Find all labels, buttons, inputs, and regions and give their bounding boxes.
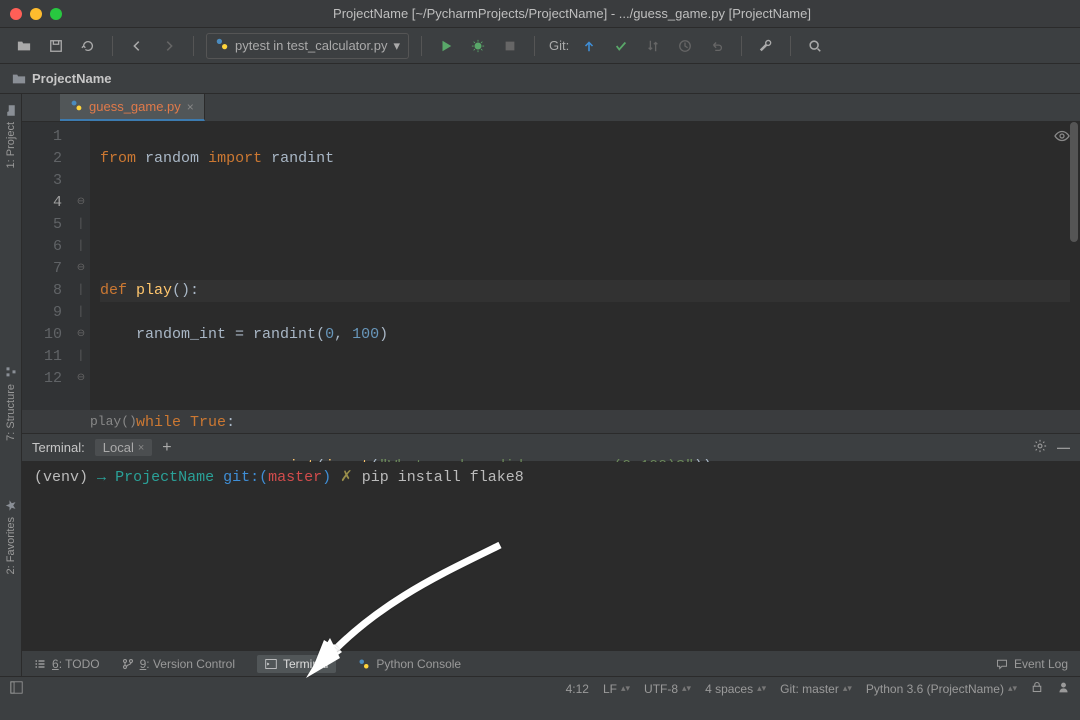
git-update-icon[interactable] <box>577 34 601 58</box>
forward-icon[interactable] <box>157 34 181 58</box>
terminal[interactable]: (venv) → ProjectName git:(master) ✗ pip … <box>22 462 1080 650</box>
stop-icon[interactable] <box>498 34 522 58</box>
window-titlebar: ProjectName [~/PycharmProjects/ProjectNa… <box>0 0 1080 28</box>
inspection-eye-icon[interactable] <box>1054 128 1070 149</box>
left-tool-tabs: 1: Project 7: Structure 2: Favorites <box>0 94 22 676</box>
breadcrumb-path[interactable]: ProjectName <box>32 71 111 86</box>
save-icon[interactable] <box>44 34 68 58</box>
debug-icon[interactable] <box>466 34 490 58</box>
dropdown-caret-icon: ▾ <box>393 38 400 54</box>
todo-tool-tab[interactable]: 6: TODO <box>34 657 100 671</box>
terminal-line: (venv) → ProjectName git:(master) ✗ pip … <box>34 468 1068 488</box>
macos-minimize-button[interactable] <box>30 8 42 20</box>
star-icon <box>5 499 17 511</box>
folder-icon <box>12 71 26 87</box>
tab-guess-game[interactable]: guess_game.py × <box>60 94 205 121</box>
project-tool-tab[interactable]: 1: Project <box>3 100 19 172</box>
terminal-title: Terminal: <box>32 440 85 455</box>
settings-wrench-icon[interactable] <box>754 34 778 58</box>
code-area[interactable]: from random import randint def play(): r… <box>90 122 1080 410</box>
window-title: ProjectName [~/PycharmProjects/ProjectNa… <box>74 6 1070 21</box>
git-commit-icon[interactable] <box>609 34 633 58</box>
git-revert-icon[interactable] <box>705 34 729 58</box>
macos-close-button[interactable] <box>10 8 22 20</box>
editor-tabs: guess_game.py × <box>22 94 1080 122</box>
run-config-label: pytest in test_calculator.py <box>235 38 387 53</box>
main-toolbar: pytest in test_calculator.py ▾ Git: <box>0 28 1080 64</box>
breadcrumb-bar: ProjectName <box>0 64 1080 94</box>
git-history-icon[interactable] <box>673 34 697 58</box>
fold-gutter[interactable]: ⊖││⊖││⊖│⊖ <box>72 122 90 410</box>
list-icon <box>34 658 46 670</box>
folder-icon <box>5 104 17 116</box>
favorites-tool-tab[interactable]: 2: Favorites <box>3 495 19 578</box>
macos-zoom-button[interactable] <box>50 8 62 20</box>
run-config-dropdown[interactable]: pytest in test_calculator.py ▾ <box>206 33 409 59</box>
refresh-icon[interactable] <box>76 34 100 58</box>
run-icon[interactable] <box>434 34 458 58</box>
line-gutter: 1 2 3 4 5 6 7 8 9 10 11 12 <box>22 122 72 410</box>
back-icon[interactable] <box>125 34 149 58</box>
close-icon[interactable]: × <box>187 100 194 114</box>
structure-icon <box>5 366 17 378</box>
git-compare-icon[interactable] <box>641 34 665 58</box>
code-editor[interactable]: 1 2 3 4 5 6 7 8 9 10 11 12 ⊖││⊖││⊖│⊖ fro… <box>22 122 1080 410</box>
git-label: Git: <box>549 38 569 53</box>
editor-scrollbar[interactable] <box>1070 122 1078 242</box>
search-icon[interactable] <box>803 34 827 58</box>
open-icon[interactable] <box>12 34 36 58</box>
tool-window-quick-access-icon[interactable] <box>10 681 23 697</box>
tab-label: guess_game.py <box>89 99 181 114</box>
structure-tool-tab[interactable]: 7: Structure <box>3 362 19 445</box>
python-file-icon <box>70 99 83 115</box>
pytest-icon <box>215 37 229 54</box>
